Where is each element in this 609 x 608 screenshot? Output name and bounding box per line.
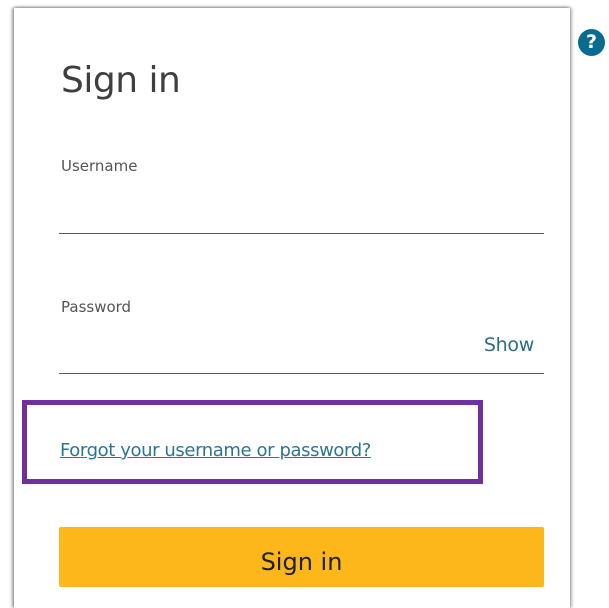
forgot-credentials-link[interactable]: Forgot your username or password? xyxy=(60,440,371,461)
password-field[interactable] xyxy=(59,334,544,374)
show-password-toggle[interactable]: Show xyxy=(484,334,534,356)
sign-in-button[interactable]: Sign in xyxy=(59,527,544,587)
page-title: Sign in xyxy=(61,60,181,101)
username-field[interactable] xyxy=(59,196,544,234)
username-label: Username xyxy=(61,157,138,175)
password-label: Password xyxy=(61,298,132,316)
help-icon[interactable]: ? xyxy=(578,29,605,56)
